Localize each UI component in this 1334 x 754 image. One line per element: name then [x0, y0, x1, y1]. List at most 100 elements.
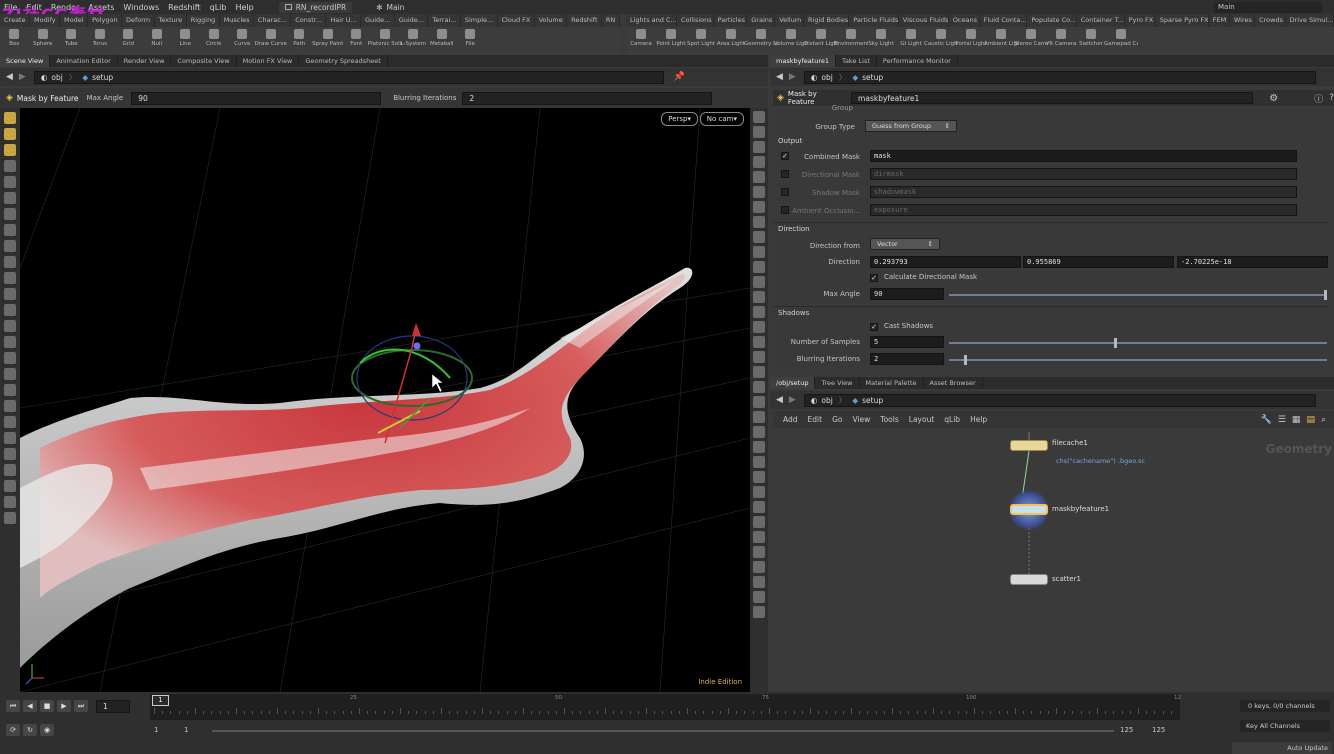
shelf-tab[interactable]: RN [602, 14, 620, 27]
display-option-icon[interactable] [753, 321, 765, 333]
display-option-icon[interactable] [753, 216, 765, 228]
network-menu-item[interactable]: Help [970, 415, 987, 424]
network-tab[interactable]: /obj/setup [770, 377, 816, 389]
menu-item[interactable]: Redshift [168, 3, 200, 12]
range-end[interactable]: 125 [1120, 726, 1133, 734]
shelf-tab[interactable]: Particles [714, 14, 748, 27]
filecache-node-label[interactable]: filecache1 [1052, 439, 1088, 447]
shelf-tool[interactable]: Grid [114, 27, 143, 55]
display-option-icon[interactable] [753, 426, 765, 438]
network-tab[interactable]: Material Palette [860, 377, 924, 389]
shelf-tab[interactable]: Create [0, 14, 31, 27]
max-angle-field[interactable]: 90 [870, 288, 944, 300]
shelf-tool[interactable]: Metaball [428, 27, 457, 55]
loop-icon[interactable]: ↻ [23, 724, 37, 736]
viewer-tool-icon[interactable] [4, 320, 16, 332]
display-option-icon[interactable] [753, 381, 765, 393]
shelf-tab[interactable]: Model [60, 14, 89, 27]
viewer-tool-icon[interactable] [4, 256, 16, 268]
shelf-tool[interactable]: Line [171, 27, 200, 55]
cast-shadows-checkbox[interactable]: ✓ [870, 323, 878, 331]
viewer-tool-icon[interactable] [4, 464, 16, 476]
path-node[interactable]: setup [862, 73, 883, 82]
shelf-tool[interactable]: File [456, 27, 485, 55]
path-node[interactable]: setup [92, 73, 113, 82]
viewer-tool-icon[interactable] [4, 496, 16, 508]
network-menu-item[interactable]: View [852, 415, 870, 424]
display-option-icon[interactable] [753, 276, 765, 288]
right-pane-tab[interactable]: Performance Monitor [877, 55, 958, 67]
shelf-tab[interactable]: Wires [1230, 14, 1256, 27]
wrench-icon[interactable]: 🔧 [1261, 415, 1272, 425]
shelf-tool[interactable]: Null [143, 27, 172, 55]
shelf-tool[interactable]: Spray Paint [312, 27, 343, 55]
shelf-tab[interactable]: Constr... [291, 14, 327, 27]
ambient-occlusion-field[interactable]: exposure [870, 204, 1297, 216]
blur-slider[interactable] [949, 359, 1327, 361]
right-pane-tab[interactable]: maskbyfeature1 [770, 55, 837, 67]
viewer-tool-icon[interactable] [4, 144, 16, 156]
samples-slider[interactable] [949, 342, 1327, 344]
maskbyfeature-node[interactable] [1010, 504, 1048, 515]
viewer-tool-icon[interactable] [4, 416, 16, 428]
search-icon[interactable]: ⌕ [1321, 415, 1326, 425]
samples-slider-handle[interactable] [1114, 338, 1117, 348]
shelf-tab[interactable]: Modify [30, 14, 61, 27]
desktop-tab[interactable]: RN_recordIPR [278, 1, 353, 13]
forward-icon[interactable]: ▶ [19, 72, 26, 82]
auto-update-button[interactable]: Auto Update [1232, 742, 1332, 754]
left-path-input[interactable]: ◐ obj 〉 ◆ setup [33, 70, 664, 84]
shelf-tab[interactable]: Container T... [1077, 14, 1125, 27]
maskbyfeature-node-label[interactable]: maskbyfeature1 [1052, 505, 1109, 513]
combined-mask-field[interactable]: mask [870, 150, 1297, 162]
key-all-channels[interactable]: Key All Channels [1240, 720, 1330, 732]
display-option-icon[interactable] [753, 576, 765, 588]
help-icon[interactable]: ⓘ [1314, 92, 1323, 105]
display-option-icon[interactable] [753, 516, 765, 528]
shelf-tool[interactable]: Camera [626, 27, 656, 55]
jump-start-icon[interactable]: ⏮ [6, 700, 20, 712]
display-option-icon[interactable] [753, 606, 765, 618]
network-menu-item[interactable]: Layout [909, 415, 935, 424]
shelf-tab[interactable]: Redshift [567, 14, 602, 27]
right-path-input[interactable]: ◐ obj 〉 ◆ setup [803, 70, 1316, 84]
samples-field[interactable]: 5 [870, 336, 944, 348]
group-type-dropdown[interactable]: Guess from Group ⇕ [865, 120, 957, 132]
shelf-tab[interactable]: Lights and C... [626, 14, 678, 27]
display-option-icon[interactable] [753, 306, 765, 318]
shelf-tab[interactable]: Fluid Conta... [980, 14, 1028, 27]
path-obj[interactable]: obj [821, 396, 832, 405]
viewer-tool-icon[interactable] [4, 160, 16, 172]
range-start[interactable]: 1 [154, 726, 158, 734]
back-icon[interactable]: ◀ [776, 395, 783, 405]
shelf-tool[interactable]: Torus [86, 27, 115, 55]
display-option-icon[interactable] [753, 111, 765, 123]
menu-item[interactable]: Windows [123, 3, 159, 12]
menu-item[interactable]: qLib [210, 3, 227, 12]
range-slider[interactable] [212, 730, 1114, 732]
viewer-tool-icon[interactable] [4, 480, 16, 492]
pin-icon[interactable]: 📌 [674, 72, 685, 82]
left-pane-tab[interactable]: Motion FX View [237, 55, 300, 67]
shelf-tab[interactable]: Charac... [254, 14, 292, 27]
shelf-tool[interactable]: Caustic Light [924, 27, 958, 55]
viewer-tool-icon[interactable] [4, 512, 16, 524]
shelf-tool[interactable]: Ambient Light [984, 27, 1018, 55]
direction-from-dropdown[interactable]: Vector ⇕ [870, 238, 940, 250]
network-menu-item[interactable]: Add [783, 415, 798, 424]
viewer-max-angle-field[interactable]: 90 [131, 91, 382, 105]
network-view[interactable]: Geometry filecache1 chs("cachename") .bg… [773, 428, 1334, 692]
display-option-icon[interactable] [753, 141, 765, 153]
shelf-tool[interactable]: Point Light [656, 27, 686, 55]
shelf-tool[interactable]: Sphere [29, 27, 58, 55]
display-option-icon[interactable] [753, 396, 765, 408]
shelf-tab[interactable]: Cloud FX [498, 14, 535, 27]
right-pane-tab[interactable]: Take List [836, 55, 877, 67]
shelf-tool[interactable]: Volume Light [774, 27, 808, 55]
direction-y-field[interactable]: 0.955869 [1023, 256, 1174, 268]
blur-slider-handle[interactable] [964, 355, 967, 365]
viewer-tool-icon[interactable] [4, 128, 16, 140]
shelf-tab[interactable]: Terrai... [428, 14, 461, 27]
display-option-icon[interactable] [753, 561, 765, 573]
left-pane-tab[interactable]: Animation Editor [50, 55, 118, 67]
